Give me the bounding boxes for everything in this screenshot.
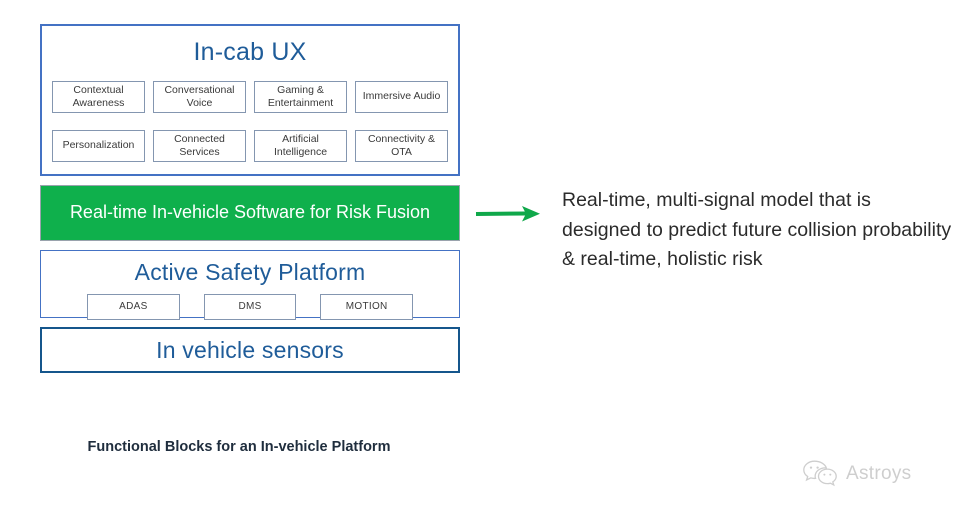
layer-active-safety-platform: Active Safety Platform ADAS DMS MOTION bbox=[40, 250, 460, 321]
block-dms[interactable]: DMS bbox=[203, 294, 297, 321]
in-cab-ux-row-2: Personalization Connected Services Artif… bbox=[50, 129, 450, 162]
layer-title-risk-fusion: Real-time In-vehicle Software for Risk F… bbox=[69, 202, 431, 223]
block-adas[interactable]: ADAS bbox=[87, 294, 180, 321]
risk-model-description: Real-time, multi-signal model that is de… bbox=[562, 189, 952, 271]
block-personalization[interactable]: Personalization bbox=[52, 129, 145, 162]
block-artificial-intelligence[interactable]: Artificial Intelligence bbox=[254, 129, 347, 162]
layer-risk-fusion-banner[interactable]: Real-time In-vehicle Software for Risk F… bbox=[40, 185, 460, 241]
watermark-label: Astroys bbox=[846, 463, 912, 484]
active-safety-row-1: ADAS DMS MOTION bbox=[49, 294, 451, 321]
layer-in-vehicle-sensors: In vehicle sensors bbox=[40, 327, 460, 373]
wechat-logo-icon bbox=[803, 460, 837, 487]
layer-title-in-cab-ux: In-cab UX bbox=[193, 38, 307, 66]
block-connected-services[interactable]: Connected Services bbox=[153, 129, 246, 162]
block-conversational-voice[interactable]: Conversational Voice bbox=[153, 80, 246, 113]
layer-title-in-vehicle-sensors: In vehicle sensors bbox=[156, 336, 344, 363]
arrow-right-icon bbox=[475, 206, 540, 222]
block-gaming-entertainment[interactable]: Gaming & Entertainment bbox=[254, 80, 347, 113]
diagram-caption: Functional Blocks for an In-vehicle Plat… bbox=[87, 439, 391, 455]
block-motion[interactable]: MOTION bbox=[320, 294, 414, 321]
block-immersive-audio[interactable]: Immersive Audio bbox=[355, 80, 448, 113]
functional-blocks-diagram: In-cab UX Contextual Awareness Conversat… bbox=[40, 24, 460, 373]
block-contextual-awareness[interactable]: Contextual Awareness bbox=[52, 80, 145, 113]
layer-in-cab-ux: In-cab UX Contextual Awareness Conversat… bbox=[40, 24, 460, 176]
watermark: Astroys bbox=[802, 459, 911, 489]
in-cab-ux-row-1: Contextual Awareness Conversational Voic… bbox=[50, 80, 450, 113]
block-connectivity-ota[interactable]: Connectivity & OTA bbox=[355, 129, 448, 162]
layer-title-active-safety-platform: Active Safety Platform bbox=[134, 259, 366, 285]
